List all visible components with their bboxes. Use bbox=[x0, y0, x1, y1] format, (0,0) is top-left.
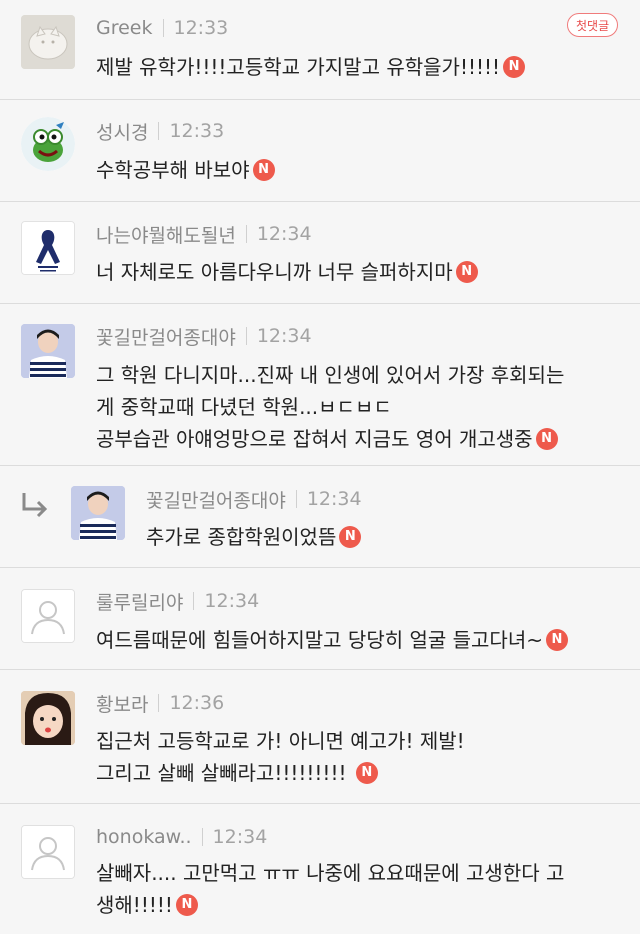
comment-author[interactable]: 룰루릴리야 bbox=[96, 588, 183, 615]
comment-author[interactable]: 꽃길만걸어종대야 bbox=[96, 323, 236, 350]
comment-line: 너 자체로도 아름다우니까 너무 슬퍼하지마 N bbox=[96, 256, 478, 288]
girl-face-icon[interactable] bbox=[21, 691, 75, 745]
cat-plate-icon[interactable] bbox=[21, 15, 75, 69]
comment-line: 여드름때문에 힘들어하지말고 당당히 얼굴 들고다녀~ N bbox=[96, 624, 568, 656]
comment-line: 생해!!!!! N bbox=[96, 889, 564, 921]
comment-time: 12:33 bbox=[169, 120, 225, 142]
comment-item: honokaw.. 12:34 살빼자.... 고만먹고 ㅠㅠ 나중에 요요때문… bbox=[0, 804, 640, 934]
new-badge-icon: N bbox=[455, 260, 478, 283]
comment-meta: 성시경 12:33 bbox=[96, 118, 224, 144]
comment-time: 12:34 bbox=[306, 488, 362, 510]
comment-meta: 나는야뭘해도될년 12:34 bbox=[96, 221, 312, 247]
comment-author[interactable]: Greek bbox=[96, 17, 153, 39]
comment-line: 제발 유학가!!!!고등학교 가지말고 유학을가!!!!! N bbox=[96, 51, 526, 83]
comment-meta: 꽃길만걸어종대야 12:34 bbox=[96, 323, 312, 349]
comment-item: 꽃길만걸어종대야 12:34 그 학원 다니지마...진짜 내 인생에 있어서 … bbox=[0, 304, 640, 466]
comment-body: 추가로 종합학원이었뜸 N bbox=[146, 521, 362, 553]
default-user-icon[interactable] bbox=[21, 589, 75, 643]
comment-meta: 황보라 12:36 bbox=[96, 690, 224, 716]
comment-body: 제발 유학가!!!!고등학교 가지말고 유학을가!!!!! N bbox=[96, 51, 526, 83]
new-badge-icon: N bbox=[339, 525, 362, 548]
comment-line: 수학공부해 바보야 N bbox=[96, 154, 275, 186]
comment-line: 집근처 고등학교로 가! 아니면 예고가! 제발! bbox=[96, 729, 465, 753]
comment-item: 룰루릴리야 12:34 여드름때문에 힘들어하지말고 당당히 얼굴 들고다녀~ N bbox=[0, 568, 640, 670]
comment-line: 공부습관 아얘엉망으로 잡혀서 지금도 영어 개고생중 N bbox=[96, 423, 564, 455]
comment-author[interactable]: 황보라 bbox=[96, 690, 148, 717]
person-striped-shirt-icon[interactable] bbox=[71, 486, 125, 540]
comment-item: 나는야뭘해도될년 12:34 너 자체로도 아름다우니까 너무 슬퍼하지마 N bbox=[0, 202, 640, 304]
comment-time: 12:36 bbox=[169, 692, 225, 714]
comment-line: 살빼자.... 고만먹고 ㅠㅠ 나중에 요요때문에 고생한다 고 bbox=[96, 861, 565, 885]
reply-arrow-icon bbox=[22, 493, 48, 518]
comment-author[interactable]: 나는야뭘해도될년 bbox=[96, 221, 236, 248]
new-badge-icon: N bbox=[546, 628, 568, 651]
comment-time: 12:34 bbox=[204, 590, 260, 612]
meta-divider bbox=[158, 122, 160, 140]
comment-item: 성시경 12:33 수학공부해 바보야 N bbox=[0, 100, 640, 202]
new-badge-icon: N bbox=[355, 761, 378, 784]
comment-item: 황보라 12:36 집근처 고등학교로 가! 아니면 예고가! 제발! 그리고 … bbox=[0, 670, 640, 804]
frog-icon[interactable] bbox=[21, 117, 75, 171]
ribbon-icon[interactable] bbox=[21, 221, 75, 275]
new-badge-icon: N bbox=[503, 55, 526, 78]
comment-item: Greek 12:33 첫댓글 제발 유학가!!!!고등학교 가지말고 유학을가… bbox=[0, 0, 640, 100]
comment-line: 그리고 살빼 살빼라고!!!!!!!!! N bbox=[96, 757, 465, 789]
comment-body: 너 자체로도 아름다우니까 너무 슬퍼하지마 N bbox=[96, 256, 478, 288]
meta-divider bbox=[158, 694, 160, 712]
comment-body: 그 학원 다니지마...진짜 내 인생에 있어서 가장 후회되는 게 중학교때 … bbox=[96, 359, 564, 455]
meta-divider bbox=[162, 19, 164, 37]
meta-divider bbox=[193, 592, 195, 610]
comment-body: 수학공부해 바보야 N bbox=[96, 154, 275, 186]
meta-divider bbox=[245, 225, 247, 243]
comment-author[interactable]: 성시경 bbox=[96, 118, 148, 145]
comment-line: 추가로 종합학원이었뜸 N bbox=[146, 521, 362, 553]
new-badge-icon: N bbox=[175, 893, 198, 916]
comment-body: 여드름때문에 힘들어하지말고 당당히 얼굴 들고다녀~ N bbox=[96, 624, 568, 656]
comment-author[interactable]: 꽃길만걸어종대야 bbox=[146, 486, 286, 513]
comment-time: 12:34 bbox=[256, 325, 312, 347]
comment-meta: 룰루릴리야 12:34 bbox=[96, 588, 259, 614]
meta-divider bbox=[295, 490, 297, 508]
meta-divider bbox=[245, 327, 247, 345]
comment-body: 살빼자.... 고만먹고 ㅠㅠ 나중에 요요때문에 고생한다 고 생해!!!!!… bbox=[96, 857, 564, 921]
new-badge-icon: N bbox=[252, 158, 275, 181]
comment-author[interactable]: honokaw.. bbox=[96, 826, 192, 848]
comment-meta: honokaw.. 12:34 bbox=[96, 824, 267, 850]
new-badge-icon: N bbox=[535, 427, 558, 450]
first-comment-badge: 첫댓글 bbox=[567, 13, 619, 37]
comment-body: 집근처 고등학교로 가! 아니면 예고가! 제발! 그리고 살빼 살빼라고!!!… bbox=[96, 725, 465, 789]
comment-meta: 꽃길만걸어종대야 12:34 bbox=[146, 486, 362, 512]
comment-time: 12:34 bbox=[256, 223, 312, 245]
comment-meta: Greek 12:33 bbox=[96, 15, 228, 41]
reply-item: 꽃길만걸어종대야 12:34 추가로 종합학원이었뜸 N bbox=[0, 466, 640, 568]
default-user-icon[interactable] bbox=[21, 825, 75, 879]
comment-list: Greek 12:33 첫댓글 제발 유학가!!!!고등학교 가지말고 유학을가… bbox=[0, 0, 640, 934]
meta-divider bbox=[201, 828, 203, 846]
person-striped-shirt-icon[interactable] bbox=[21, 324, 75, 378]
comment-time: 12:34 bbox=[212, 826, 268, 848]
comment-time: 12:33 bbox=[173, 17, 229, 39]
comment-line: 그 학원 다니지마...진짜 내 인생에 있어서 가장 후회되는 bbox=[96, 363, 565, 387]
comment-line: 게 중학교때 다녔던 학원...ㅂㄷㅂㄷ bbox=[96, 395, 392, 419]
